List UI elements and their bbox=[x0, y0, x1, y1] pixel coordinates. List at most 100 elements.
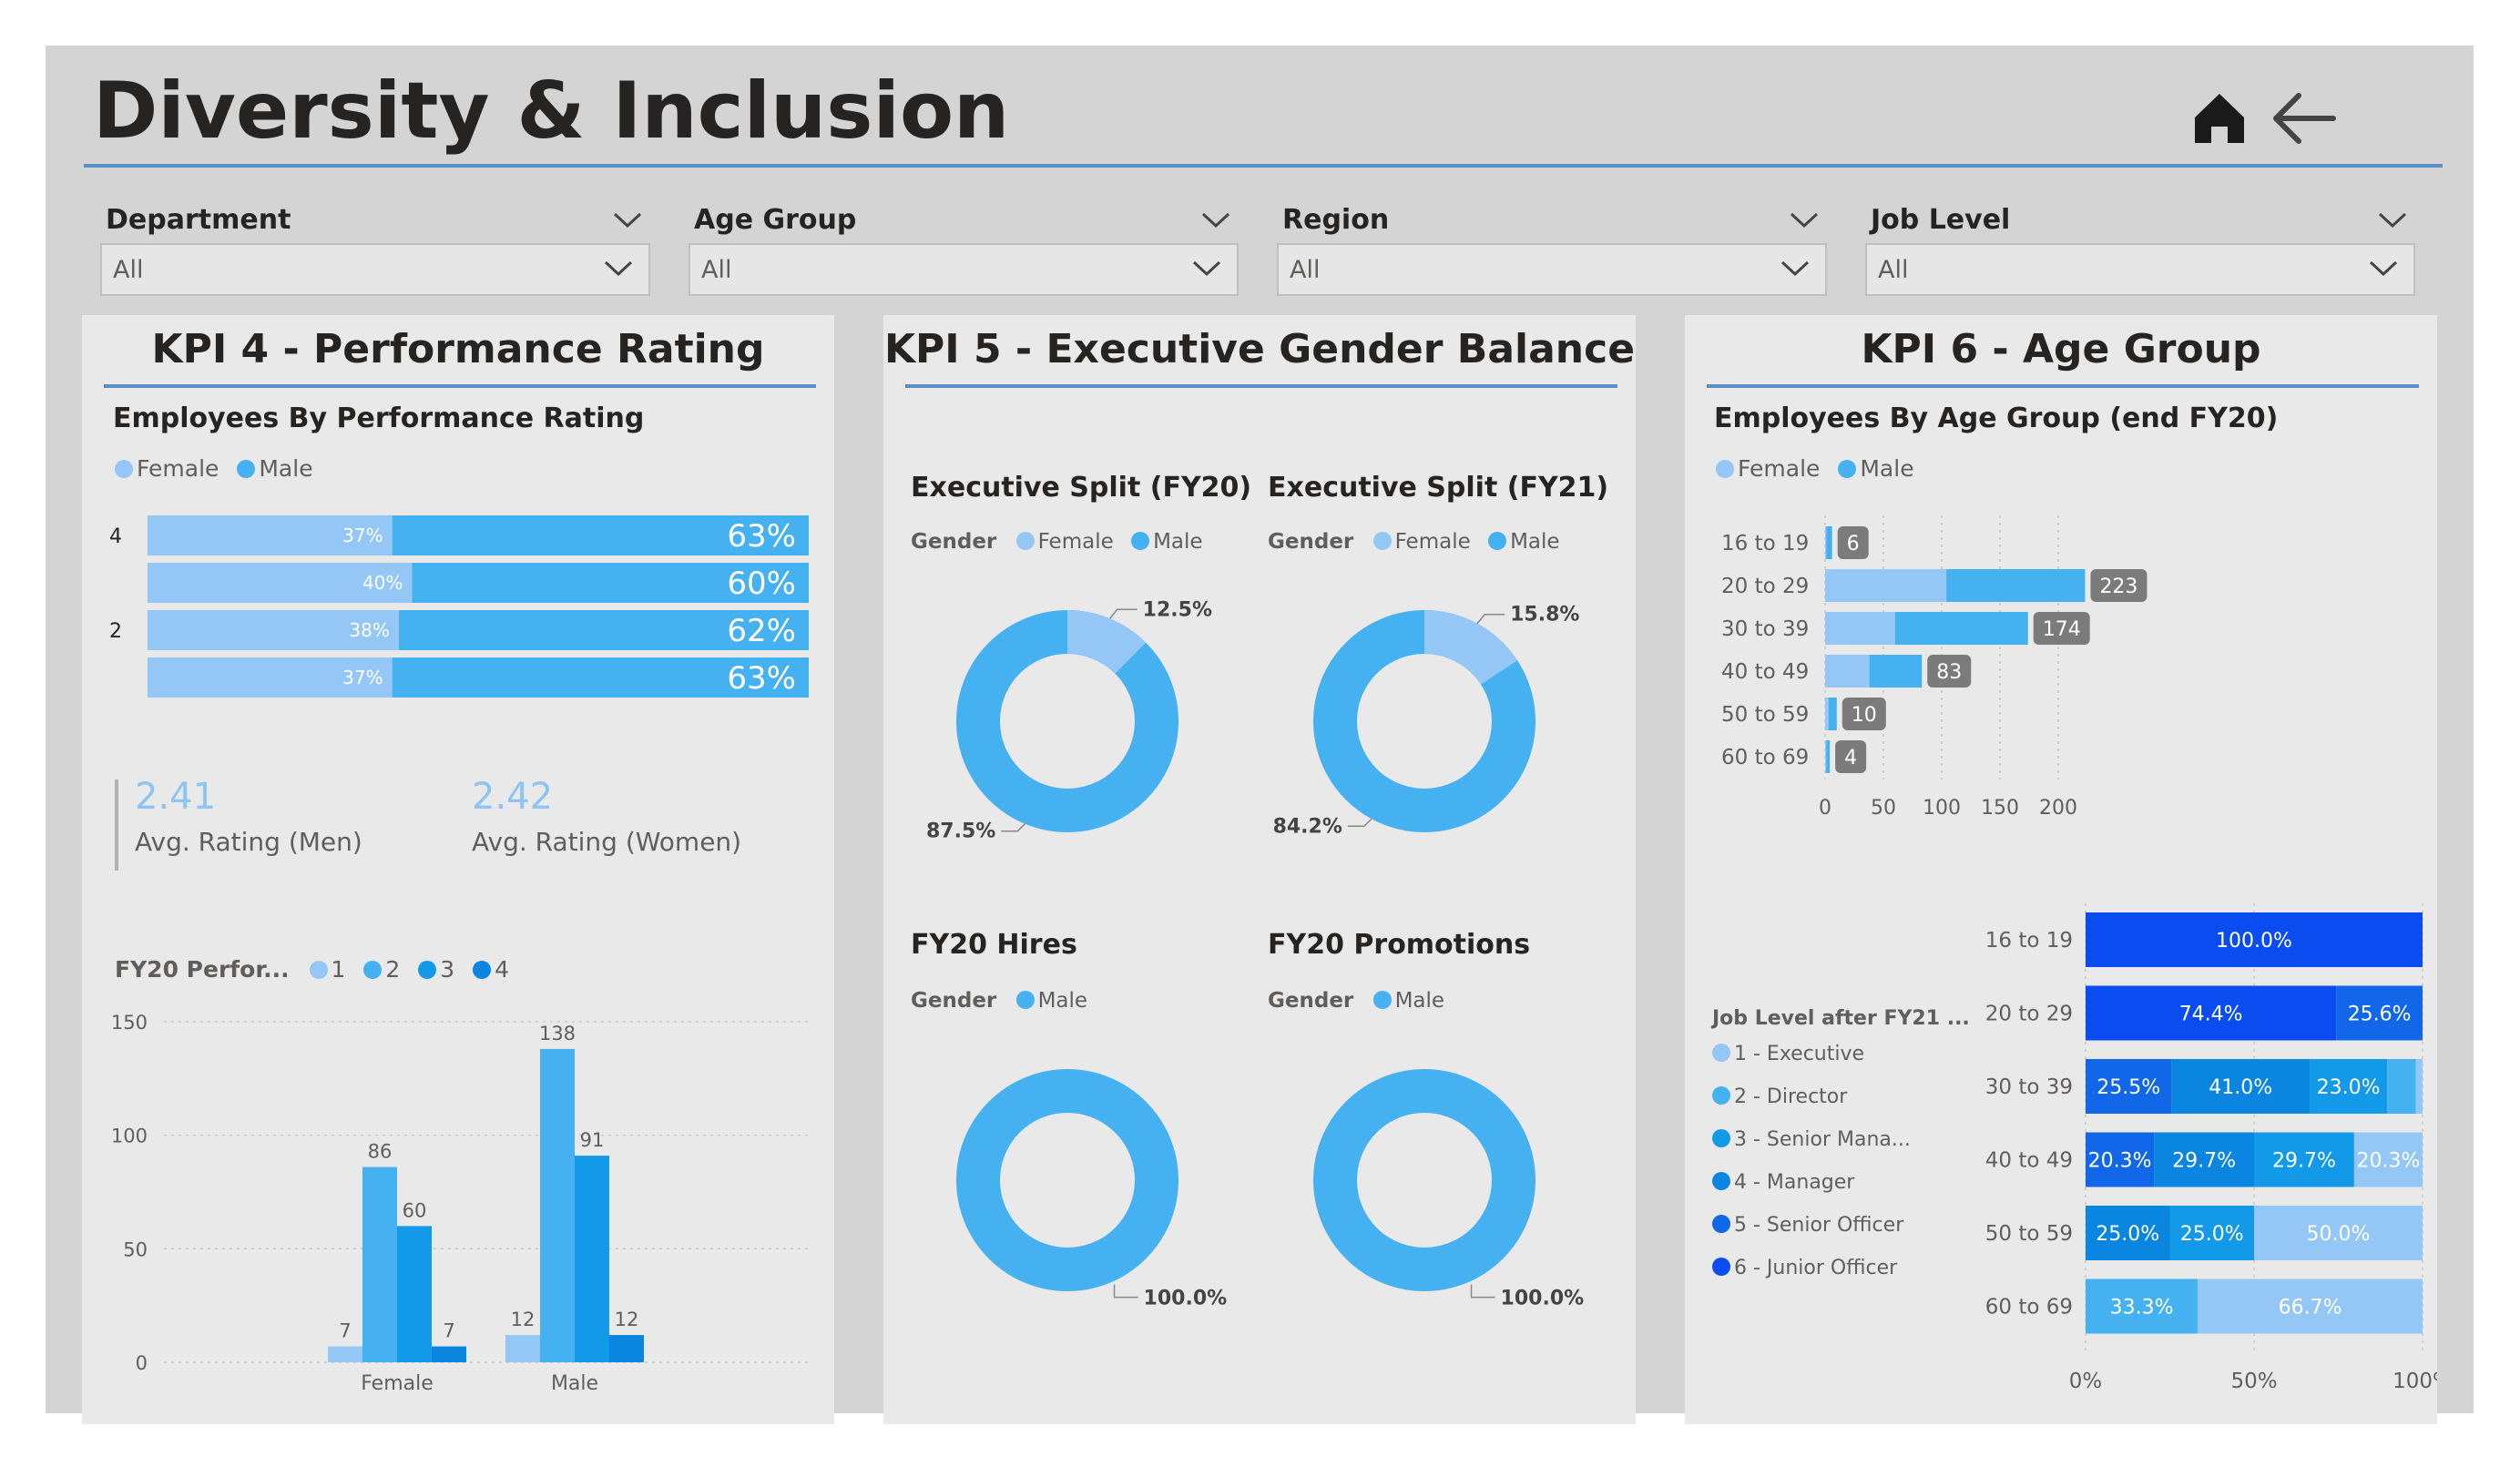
job-level-stacked-chart: 0% 50% 100% 16 to 19 100.0% 20 to 29 74.4% 25.6… bbox=[1985, 903, 2437, 1393]
segment-label: 41.0% bbox=[2209, 1076, 2272, 1099]
column-bar bbox=[397, 1226, 432, 1362]
legend-dot bbox=[115, 460, 133, 478]
slicer-age-group: Age Group All bbox=[689, 191, 1240, 310]
segment-label: 25.5% bbox=[2097, 1076, 2160, 1099]
data-label: 91 bbox=[580, 1129, 605, 1151]
home-icon[interactable] bbox=[2188, 87, 2251, 150]
total-label: 223 bbox=[2099, 576, 2137, 598]
male-bar-segment bbox=[1894, 612, 2028, 645]
chevron-down-icon[interactable] bbox=[1191, 260, 1222, 278]
chevron-down-icon[interactable] bbox=[1789, 211, 1820, 229]
legend-dot bbox=[1716, 460, 1734, 478]
chevron-down-icon[interactable] bbox=[2368, 260, 2399, 278]
dropdown-value: All bbox=[1290, 256, 1321, 284]
performance-stacked-bar-chart: 4 37% 63% 40% 60% 2 38% 62% 37% 63% bbox=[109, 515, 809, 698]
fy20-perf-chart-title: FY20 Perfor... bbox=[115, 956, 290, 983]
segment-label: 29.7% bbox=[2172, 1150, 2236, 1173]
legend-dot bbox=[363, 961, 383, 979]
row-label: 4 bbox=[109, 525, 122, 548]
chevron-down-icon[interactable] bbox=[1780, 260, 1811, 278]
kpi5-title: KPI 5 - Executive Gender Balance bbox=[883, 326, 1636, 372]
x-tick-label: 0% bbox=[2069, 1370, 2103, 1393]
avg-rating-men-value: 2.41 bbox=[135, 776, 217, 818]
report-canvas: Diversity & Inclusion Department All Age… bbox=[46, 46, 2474, 1424]
legend-title: Gender bbox=[1268, 989, 1354, 1013]
executive-split-fy20-donut: 12.5% 87.5% bbox=[926, 598, 1212, 843]
job-level-dropdown[interactable]: All bbox=[1865, 243, 2415, 296]
legend-item: Female bbox=[1037, 530, 1114, 554]
donut-data-label: 100.0% bbox=[1501, 1288, 1585, 1310]
donut-legend: Gender Male bbox=[1268, 989, 1455, 1013]
slicer-label: Department bbox=[106, 204, 291, 236]
dropdown-value: All bbox=[1878, 256, 1909, 284]
donut-data-label: 12.5% bbox=[1143, 598, 1212, 621]
legend-item: Male bbox=[1037, 989, 1088, 1013]
legend-female: Female bbox=[137, 455, 219, 482]
chevron-down-icon[interactable] bbox=[603, 260, 634, 278]
male-bar-segment bbox=[1826, 526, 1832, 559]
legend-dot bbox=[1372, 991, 1392, 1009]
dropdown-value: All bbox=[701, 256, 732, 284]
fy20-promotions-donut: 100.0% bbox=[1313, 1069, 1585, 1310]
avg-rating-men-label: Avg. Rating (Men) bbox=[135, 827, 362, 857]
male-bar-segment bbox=[1828, 698, 1837, 730]
region-dropdown[interactable]: All bbox=[1277, 243, 1827, 296]
slicer-label: Age Group bbox=[694, 204, 857, 236]
total-label: 174 bbox=[2043, 618, 2081, 641]
chevron-down-icon[interactable] bbox=[612, 211, 643, 229]
legend-item: Male bbox=[1394, 989, 1445, 1013]
legend-dot bbox=[1838, 460, 1857, 478]
y-tick-label: 100 bbox=[111, 1126, 148, 1147]
x-tick-label: 50% bbox=[2230, 1370, 2277, 1393]
donut-title: FY20 Promotions bbox=[1268, 929, 1531, 961]
female-pct-label: 40% bbox=[362, 572, 403, 594]
chevron-down-icon[interactable] bbox=[2377, 211, 2408, 229]
legend-level: 3 bbox=[440, 956, 455, 983]
segment-label: 25.6% bbox=[2348, 1004, 2412, 1026]
donut-title: FY20 Hires bbox=[911, 929, 1077, 961]
donut-title: Executive Split (FY20) bbox=[911, 472, 1252, 504]
segment-label: 50.0% bbox=[2307, 1223, 2371, 1246]
segment-label: 100.0% bbox=[2216, 930, 2292, 953]
leader-line bbox=[1347, 818, 1372, 828]
arrow-left-icon[interactable] bbox=[2268, 87, 2341, 150]
x-tick-label: 0 bbox=[1819, 797, 1831, 820]
age-group-dropdown[interactable]: All bbox=[689, 243, 1239, 296]
data-label: 7 bbox=[443, 1320, 454, 1342]
kpi4-subtitle: Employees By Performance Rating bbox=[113, 402, 645, 434]
department-dropdown[interactable]: All bbox=[100, 243, 650, 296]
legend-female: Female bbox=[1738, 455, 1821, 482]
kpi6-gender-legend: Female Male bbox=[1716, 455, 1925, 482]
segment-label: 20.3% bbox=[2356, 1150, 2420, 1173]
x-tick-label: 200 bbox=[2039, 797, 2077, 820]
column-bar bbox=[432, 1346, 466, 1362]
y-category-label: 40 to 49 bbox=[1985, 1149, 2073, 1173]
chevron-down-icon[interactable] bbox=[1200, 211, 1231, 229]
donut-slice bbox=[1313, 1069, 1535, 1291]
legend-male: Male bbox=[259, 455, 313, 482]
data-label: 60 bbox=[403, 1199, 427, 1221]
leader-line bbox=[1470, 1284, 1495, 1299]
y-category-label: 30 to 39 bbox=[1985, 1075, 2073, 1099]
slicer-label: Region bbox=[1282, 204, 1390, 236]
total-label: 6 bbox=[1847, 533, 1860, 555]
y-tick-label: 50 bbox=[123, 1238, 148, 1260]
donut-legend: Gender Male bbox=[911, 989, 1098, 1013]
fy20-hires-donut: 100.0% bbox=[956, 1069, 1227, 1310]
segment-label: 29.7% bbox=[2272, 1150, 2336, 1173]
legend-dot bbox=[1131, 532, 1150, 550]
kpi6-subtitle: Employees By Age Group (end FY20) bbox=[1714, 402, 2279, 434]
column-bar bbox=[505, 1335, 540, 1362]
title-divider bbox=[84, 164, 2443, 168]
kpi4-gender-legend: Female Male bbox=[115, 455, 324, 482]
y-tick-label: 150 bbox=[111, 1012, 148, 1034]
total-label: 83 bbox=[1936, 661, 1962, 684]
total-label: 10 bbox=[1852, 704, 1877, 727]
data-label: 12 bbox=[511, 1309, 536, 1330]
avg-rating-women-label: Avg. Rating (Women) bbox=[472, 827, 742, 857]
legend-dot bbox=[1488, 532, 1507, 550]
segment-label: 23.0% bbox=[2317, 1076, 2381, 1099]
slicer-label: Job Level bbox=[1871, 204, 2011, 236]
legend-dot bbox=[1015, 991, 1035, 1009]
donut-data-label: 87.5% bbox=[926, 820, 995, 843]
